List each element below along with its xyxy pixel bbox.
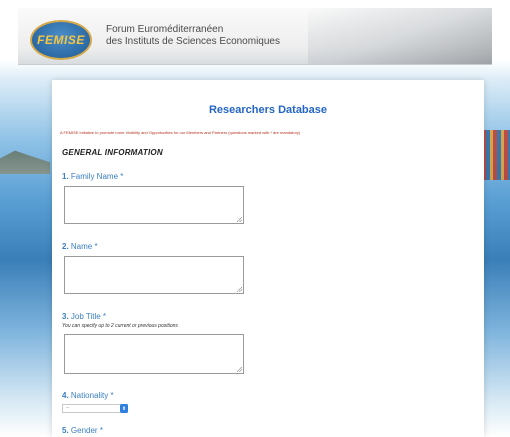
forum-title-line1: Forum Euroméditerranéen bbox=[106, 24, 224, 35]
question-gender-label: 5. Gender * bbox=[62, 426, 103, 435]
logo-text: FEMISE bbox=[37, 33, 85, 47]
form-card: Researchers Database A FEMISE initiative… bbox=[52, 80, 484, 437]
question-number: 4. bbox=[62, 391, 69, 400]
question-number: 2. bbox=[62, 242, 69, 251]
name-field[interactable] bbox=[64, 256, 244, 294]
forum-title-line2: des Instituts de Sciences Economiques bbox=[106, 36, 280, 47]
nationality-select[interactable]: -- ⬍ bbox=[62, 404, 128, 413]
question-text: Job Title * bbox=[70, 312, 107, 321]
job-title-hint: You can specify up to 2 current or previ… bbox=[62, 323, 178, 329]
background-container-ship bbox=[482, 130, 510, 180]
question-text: Name * bbox=[70, 242, 98, 251]
question-number: 5. bbox=[62, 426, 69, 435]
question-number: 3. bbox=[62, 312, 69, 321]
job-title-field[interactable] bbox=[64, 334, 244, 374]
femise-logo[interactable]: FEMISE bbox=[30, 20, 92, 60]
updown-arrow-icon[interactable]: ⬍ bbox=[120, 404, 128, 413]
question-text: Nationality * bbox=[70, 391, 114, 400]
question-text: Gender * bbox=[70, 426, 103, 435]
question-number: 1. bbox=[62, 172, 69, 181]
question-name-label: 2. Name * bbox=[62, 242, 98, 251]
nationality-selected-value: -- bbox=[66, 405, 70, 411]
form-intro: A FEMISE initiative to promote more Visi… bbox=[60, 130, 301, 135]
forum-title: Forum Euroméditerranéen des Instituts de… bbox=[106, 24, 280, 48]
question-job-title-label: 3. Job Title * bbox=[62, 312, 106, 321]
header-decoration bbox=[308, 8, 492, 64]
family-name-field[interactable] bbox=[64, 186, 244, 224]
site-header: FEMISE Forum Euroméditerranéen des Insti… bbox=[18, 8, 492, 65]
question-nationality-label: 4. Nationality * bbox=[62, 391, 114, 400]
page-title: Researchers Database bbox=[208, 104, 328, 116]
section-title: GENERAL INFORMATION bbox=[62, 148, 163, 157]
question-text: Family Name * bbox=[70, 172, 124, 181]
question-family-name-label: 1. Family Name * bbox=[62, 172, 123, 181]
